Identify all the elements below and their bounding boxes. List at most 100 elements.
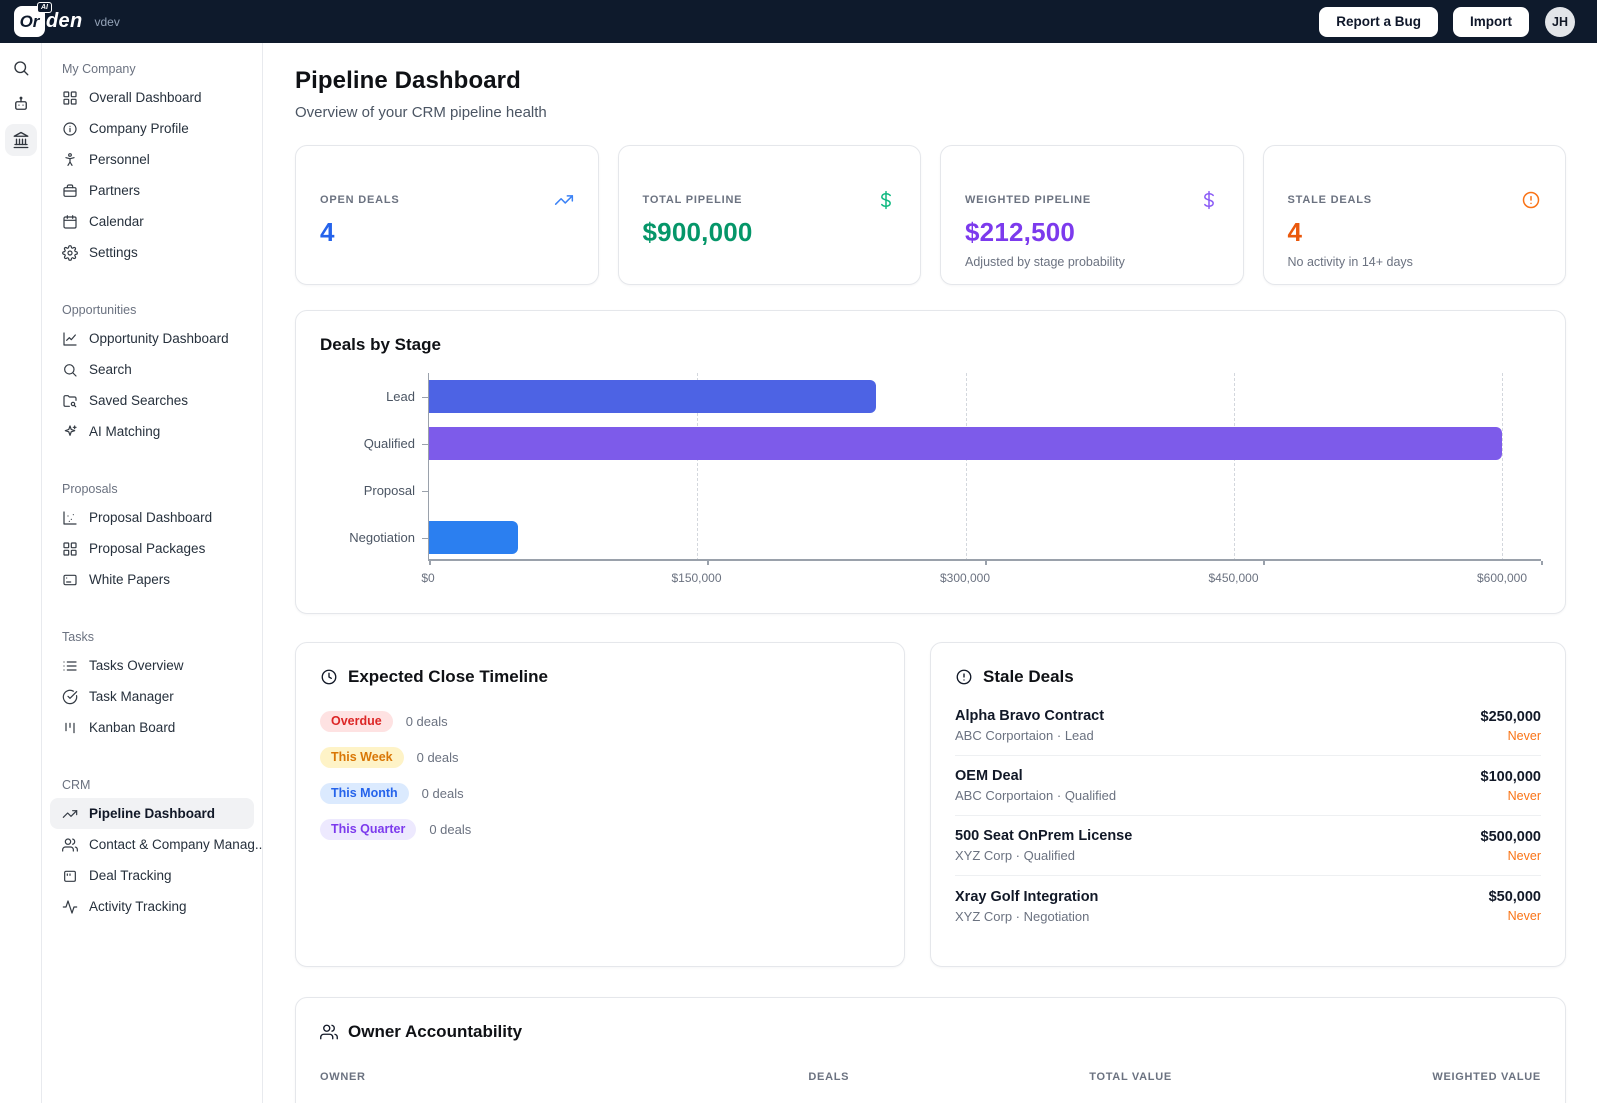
sidebar-item-pipeline-dashboard[interactable]: Pipeline Dashboard [50,798,254,829]
stale-deals-list: Alpha Bravo Contract ABC Corportaion · Le… [955,696,1541,936]
chart-category-label: Negotiation [320,514,428,561]
app-logo: Or AI den vdev [14,2,120,37]
sidebar-item-ai-matching[interactable]: AI Matching [50,416,254,447]
stat-label: OPEN DEALS [320,194,400,206]
stale-deal-row[interactable]: Xray Golf Integration XYZ Corp · Negotiat… [955,876,1541,936]
stale-deal-row[interactable]: 500 Seat OnPrem License XYZ Corp · Qualif… [955,816,1541,876]
sidebar-section-gap [50,595,254,617]
stale-deal-left: Alpha Bravo Contract ABC Corportaion · Le… [955,708,1104,743]
expected-close-timeline-card: Expected Close Timeline Overdue 0 deals Th… [295,642,905,967]
sidebar: My Company Overall Dashboard Company Profi… [42,43,263,1103]
chart-title: Deals by Stage [320,335,441,354]
sidebar-item-label: Opportunity Dashboard [89,331,229,346]
sidebar-section-label: Proposals [62,482,118,496]
sidebar-item-opportunity-dashboard[interactable]: Opportunity Dashboard [50,323,254,354]
timeline-row: This Month 0 deals [320,782,880,805]
sidebar-section-gap [50,268,254,290]
stale-deal-meta: XYZ Corp · Qualified [955,848,1075,863]
sidebar-item-task-manager[interactable]: Task Manager [50,681,254,712]
chart-row-qualified [429,420,1502,467]
sidebar-item-label: Deal Tracking [89,868,172,883]
ai-badge: AI [37,2,52,13]
chart-x-labels: $0 $150,000 $300,000 $450,000 $600,000 [421,567,1527,589]
calendar-icon [63,214,77,229]
sidebar-item-deal-tracking[interactable]: Deal Tracking [50,860,254,891]
stale-deal-row[interactable]: Alpha Bravo Contract ABC Corportaion · Le… [955,696,1541,756]
stale-deal-left: OEM Deal ABC Corportaion · Qualified [955,768,1116,803]
chart-x-axis [429,559,1543,565]
stale-deal-right: $500,000 Never [1481,829,1541,863]
stale-deal-row[interactable]: OEM Deal ABC Corportaion · Qualified $100,… [955,756,1541,816]
sidebar-item-calendar[interactable]: Calendar [50,206,254,237]
stale-deal-left: Xray Golf Integration XYZ Corp · Negotiat… [955,889,1098,924]
dollar-icon [1203,190,1214,210]
deals-by-stage-chart: Lead Qualified Proposal Negotiation [320,373,1543,565]
stat-label: STALE DEALS [1287,194,1372,206]
stat-card-top: OPEN DEALS [320,190,574,210]
stat-label: WEIGHTED PIPELINE [965,194,1092,206]
sidebar-item-activity-tracking[interactable]: Activity Tracking [50,891,254,922]
sidebar-item-kanban-board[interactable]: Kanban Board [50,712,254,743]
owner-column-header: WEIGHTED VALUE [1432,1071,1541,1083]
app: Or AI den vdev Report a Bug Import JH My… [0,0,1597,1103]
sidebar-section-gap [50,743,254,765]
sidebar-item-proposal-packages[interactable]: Proposal Packages [50,533,254,564]
stat-subtitle: No activity in 14+ days [1287,255,1413,269]
stat-value: $212,500 [965,217,1076,247]
chart-row-negotiation [429,514,1502,561]
chart-bar-negotiation [429,521,519,554]
timeline-count: 0 deals [405,714,448,729]
sidebar-item-partners[interactable]: Partners [50,175,254,206]
stale-deal-value: $50,000 [1488,889,1541,905]
stale-deal-value: $500,000 [1480,828,1541,845]
stat-card-weighted-pipeline: WEIGHTED PIPELINE $212,500 Adjusted by sta… [940,145,1244,285]
check-circle-icon [62,689,78,704]
report-bug-button[interactable]: Report a Bug [1319,6,1438,37]
users-icon [62,837,78,852]
stale-deal-left: 500 Seat OnPrem License XYZ Corp · Qualif… [955,828,1132,863]
rail-button-bank[interactable] [4,124,37,156]
briefcase-icon [63,183,77,197]
version-label: vdev [94,14,120,29]
stats-row: OPEN DEALS 4 TOTAL PIPELINE $900,000 WEIGHTE… [295,145,1566,285]
sidebar-item-label: Task Manager [89,689,174,704]
sidebar-item-personnel[interactable]: Personnel [50,144,254,175]
chart-x-tick [429,561,431,565]
bank-icon [13,131,28,149]
timeline-count: 0 deals [421,786,464,801]
stale-deal-right: $100,000 Never [1481,769,1541,803]
sidebar-item-label: Proposal Dashboard [89,510,213,525]
dollar-icon [881,190,891,210]
chart-x-label: $300,000 [939,571,991,585]
person-icon [65,152,75,166]
alert-circle-icon [1522,191,1540,209]
stale-title-row: Stale Deals [955,667,1541,687]
stat-card-top: TOTAL PIPELINE [643,190,897,210]
rail-button-bot[interactable] [5,88,37,120]
chart-x-label: $0 [421,571,435,585]
rail-button-search[interactable] [5,52,37,84]
grid-icon [63,541,77,556]
stat-card-top: WEIGHTED PIPELINE [965,190,1219,210]
sidebar-item-settings[interactable]: Settings [50,237,254,268]
sidebar-item-label: Overall Dashboard [89,90,202,105]
user-avatar[interactable]: JH [1545,6,1575,37]
sidebar-item-white-papers[interactable]: White Papers [50,564,254,595]
stat-icon-wrap [1199,190,1219,210]
sidebar-item-proposal-dashboard[interactable]: Proposal Dashboard [50,502,254,533]
sidebar-item-tasks-overview[interactable]: Tasks Overview [50,650,254,681]
sidebar-item-contact-company-manag[interactable]: Contact & Company Manag... [50,829,262,860]
stale-deal-last-activity: Never [1507,909,1541,923]
sidebar-item-saved-searches[interactable]: Saved Searches [50,385,254,416]
trending-up-icon [554,195,573,205]
import-button[interactable]: Import [1453,6,1529,37]
sidebar-item-company-profile[interactable]: Company Profile [50,113,254,144]
sidebar-item-label: Search [89,362,132,377]
chart-category-label: Qualified [320,420,428,467]
stale-title: Stale Deals [983,667,1074,686]
page-title: Pipeline Dashboard [295,67,521,94]
chart-x-label: $600,000 [1476,571,1528,585]
timeline-badge: This Month [320,783,409,804]
sidebar-item-overall-dashboard[interactable]: Overall Dashboard [50,82,254,113]
sidebar-item-search[interactable]: Search [50,354,254,385]
